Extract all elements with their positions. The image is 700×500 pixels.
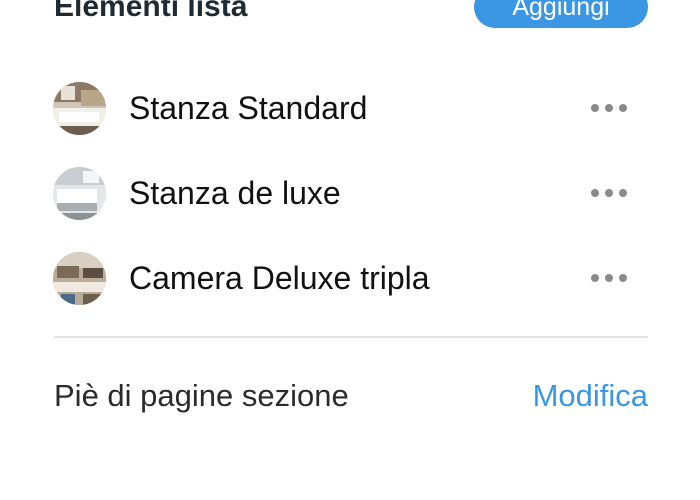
section-title: Elementi lista xyxy=(54,0,248,23)
list-item-label: Camera Deluxe tripla xyxy=(129,260,430,296)
room-thumbnail xyxy=(53,252,106,305)
more-horizontal-icon[interactable] xyxy=(591,96,627,120)
list-item-label: Stanza Standard xyxy=(129,90,368,126)
edit-link[interactable]: Modifica xyxy=(533,378,648,414)
more-horizontal-icon[interactable] xyxy=(591,266,627,290)
section-footer: Piè di pagine sezione xyxy=(54,378,349,413)
add-button[interactable]: Aggiungi xyxy=(474,0,648,28)
more-horizontal-icon[interactable] xyxy=(591,181,627,205)
screen: Elementi lista Aggiungi Stanza Standard xyxy=(0,0,700,500)
section-divider xyxy=(54,336,648,338)
list-item[interactable]: Camera Deluxe tripla xyxy=(0,238,700,318)
room-thumbnail xyxy=(53,167,106,220)
list-item[interactable]: Stanza Standard xyxy=(0,68,700,148)
list-item-label: Stanza de luxe xyxy=(129,175,341,211)
room-thumbnail xyxy=(53,82,106,135)
list-item[interactable]: Stanza de luxe xyxy=(0,153,700,233)
